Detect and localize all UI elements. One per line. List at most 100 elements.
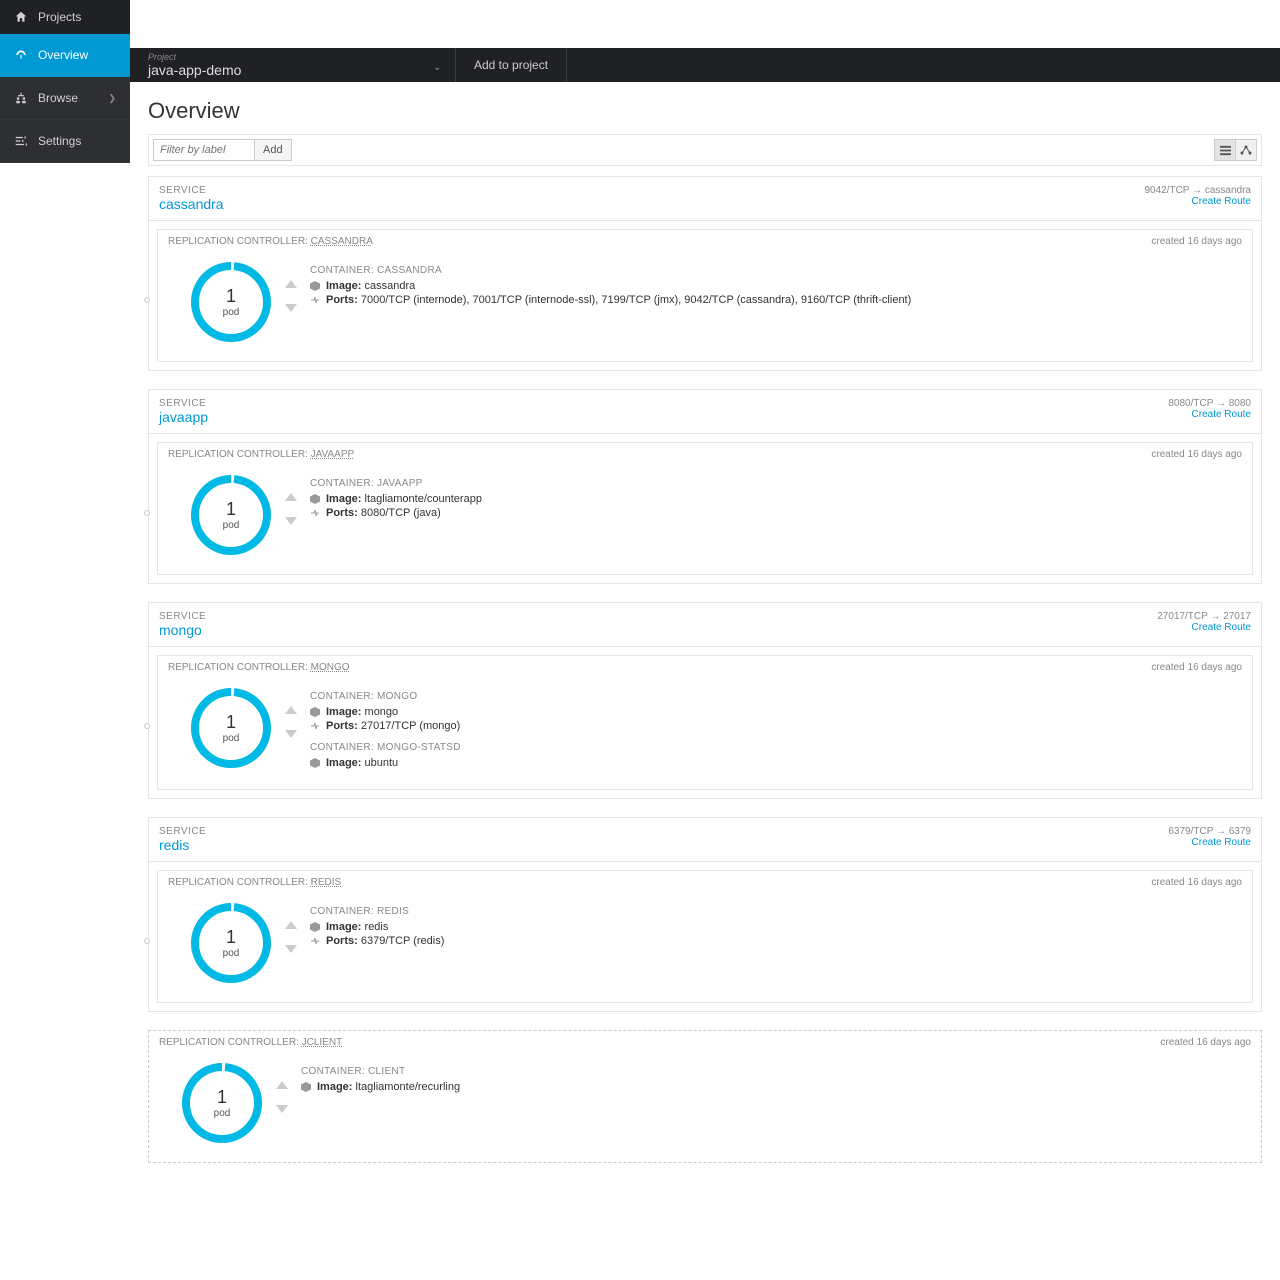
container-label: CONTAINER: MONGO-STATSD (310, 742, 1242, 753)
pod-donut: 1 pod (181, 1062, 263, 1144)
add-filter-button[interactable]: Add (254, 139, 292, 161)
service-header: SERVICE javaapp 8080/TCP → 8080 Create R… (149, 390, 1261, 434)
rc-created-time: created 16 days ago (1160, 1037, 1251, 1048)
rc-block: REPLICATION CONTROLLER: REDIS created 16… (157, 870, 1253, 1003)
rc-block: REPLICATION CONTROLLER: JCLIENT created … (149, 1031, 1261, 1162)
port-icon (310, 295, 320, 305)
rc-created-time: created 16 days ago (1151, 877, 1242, 888)
service-label: SERVICE (159, 611, 1157, 622)
service-port-mapping: 6379/TCP → 6379 (1168, 826, 1251, 837)
filter-input[interactable] (153, 139, 255, 161)
service-label: SERVICE (159, 185, 1144, 196)
cube-icon (310, 494, 320, 504)
rc-created-time: created 16 days ago (1151, 236, 1242, 247)
cube-icon (310, 758, 320, 768)
connector-dot (144, 510, 150, 516)
container-ports-row: Ports: 7000/TCP (internode), 7001/TCP (i… (310, 294, 1242, 306)
sidebar-item-label: Projects (38, 10, 81, 24)
create-route-link[interactable]: Create Route (1144, 196, 1251, 207)
rc-created-time: created 16 days ago (1151, 662, 1242, 673)
service-tile: SERVICE javaapp 8080/TCP → 8080 Create R… (148, 389, 1262, 584)
create-route-link[interactable]: Create Route (1168, 409, 1251, 420)
port-icon (310, 508, 320, 518)
create-route-link[interactable]: Create Route (1168, 837, 1251, 848)
scale-down-button[interactable] (282, 725, 300, 743)
topology-icon (1240, 144, 1252, 156)
container-section: CONTAINER: CLIENT Image: ltagliamonte/re… (301, 1066, 1251, 1093)
container-ports-row: Ports: 27017/TCP (mongo) (310, 720, 1242, 732)
rc-title[interactable]: REPLICATION CONTROLLER: MONGO (168, 662, 350, 673)
scale-up-button[interactable] (282, 488, 300, 506)
content-area: Overview Add SERVICE cassandra 9042/TCP … (130, 82, 1280, 1280)
pod-label: pod (223, 733, 240, 744)
standalone-rc-tile: REPLICATION CONTROLLER: JCLIENT created … (148, 1030, 1262, 1163)
container-section: CONTAINER: MONGO Image: mongoPorts: 2701… (310, 691, 1242, 732)
pod-scalers (282, 916, 300, 958)
view-list-button[interactable] (1214, 139, 1236, 161)
sidebar-item-projects[interactable]: Projects (0, 0, 130, 34)
scale-down-button[interactable] (273, 1100, 291, 1118)
rc-block: REPLICATION CONTROLLER: CASSANDRA create… (157, 229, 1253, 362)
rc-header: REPLICATION CONTROLLER: MONGO created 16… (158, 656, 1252, 679)
rc-header: REPLICATION CONTROLLER: CASSANDRA create… (158, 230, 1252, 253)
cube-icon (310, 707, 320, 717)
service-port-mapping: 27017/TCP → 27017 (1157, 611, 1251, 622)
container-label: CONTAINER: CLIENT (301, 1066, 1251, 1077)
container-image-row: Image: ltagliamonte/recurling (301, 1081, 1251, 1093)
connector-dot (144, 297, 150, 303)
home-icon (14, 10, 28, 24)
port-icon (310, 936, 320, 946)
service-header: SERVICE redis 6379/TCP → 6379 Create Rou… (149, 818, 1261, 862)
cube-icon (310, 922, 320, 932)
pod-label: pod (223, 948, 240, 959)
scale-down-button[interactable] (282, 512, 300, 530)
container-image-row: Image: ubuntu (310, 757, 1242, 769)
pod-scalers (282, 701, 300, 743)
cube-icon (301, 1082, 311, 1092)
pod-scalers (282, 488, 300, 530)
service-header: SERVICE cassandra 9042/TCP → cassandra C… (149, 177, 1261, 221)
rc-header: REPLICATION CONTROLLER: JAVAAPP created … (158, 443, 1252, 466)
container-ports-row: Ports: 6379/TCP (redis) (310, 935, 1242, 947)
service-port-mapping: 9042/TCP → cassandra (1144, 185, 1251, 196)
pod-label: pod (223, 307, 240, 318)
create-route-link[interactable]: Create Route (1157, 622, 1251, 633)
container-section: CONTAINER: MONGO-STATSD Image: ubuntu (310, 742, 1242, 769)
service-name-link[interactable]: javaapp (159, 409, 1168, 425)
pod-count: 1 (226, 712, 236, 733)
scale-up-button[interactable] (282, 275, 300, 293)
scale-up-button[interactable] (273, 1076, 291, 1094)
container-image-row: Image: mongo (310, 706, 1242, 718)
pod-label: pod (223, 520, 240, 531)
rc-block: REPLICATION CONTROLLER: JAVAAPP created … (157, 442, 1253, 575)
rc-title[interactable]: REPLICATION CONTROLLER: JAVAAPP (168, 449, 354, 460)
scale-up-button[interactable] (282, 701, 300, 719)
pod-donut: 1 pod (190, 261, 272, 343)
scale-down-button[interactable] (282, 299, 300, 317)
service-tile: SERVICE cassandra 9042/TCP → cassandra C… (148, 176, 1262, 371)
service-name-link[interactable]: redis (159, 837, 1168, 853)
rc-created-time: created 16 days ago (1151, 449, 1242, 460)
container-label: CONTAINER: JAVAAPP (310, 478, 1242, 489)
service-name-link[interactable]: mongo (159, 622, 1157, 638)
pod-scalers (273, 1076, 291, 1118)
service-tile: SERVICE mongo 27017/TCP → 27017 Create R… (148, 602, 1262, 799)
container-image-row: Image: redis (310, 921, 1242, 933)
pod-count: 1 (226, 927, 236, 948)
rc-header: REPLICATION CONTROLLER: REDIS created 16… (158, 871, 1252, 894)
service-label: SERVICE (159, 826, 1168, 837)
container-label: CONTAINER: REDIS (310, 906, 1242, 917)
port-icon (310, 721, 320, 731)
service-name-link[interactable]: cassandra (159, 196, 1144, 212)
view-topology-button[interactable] (1235, 139, 1257, 161)
container-section: CONTAINER: REDIS Image: redis Ports: 6379… (310, 906, 1242, 947)
scale-down-button[interactable] (282, 940, 300, 958)
scale-up-button[interactable] (282, 916, 300, 934)
toolbar: Add (148, 134, 1262, 166)
pod-count: 1 (226, 499, 236, 520)
rc-title[interactable]: REPLICATION CONTROLLER: REDIS (168, 877, 341, 888)
rc-title[interactable]: REPLICATION CONTROLLER: JCLIENT (159, 1037, 342, 1048)
connector-dot (144, 938, 150, 944)
pod-count: 1 (226, 286, 236, 307)
rc-title[interactable]: REPLICATION CONTROLLER: CASSANDRA (168, 236, 373, 247)
